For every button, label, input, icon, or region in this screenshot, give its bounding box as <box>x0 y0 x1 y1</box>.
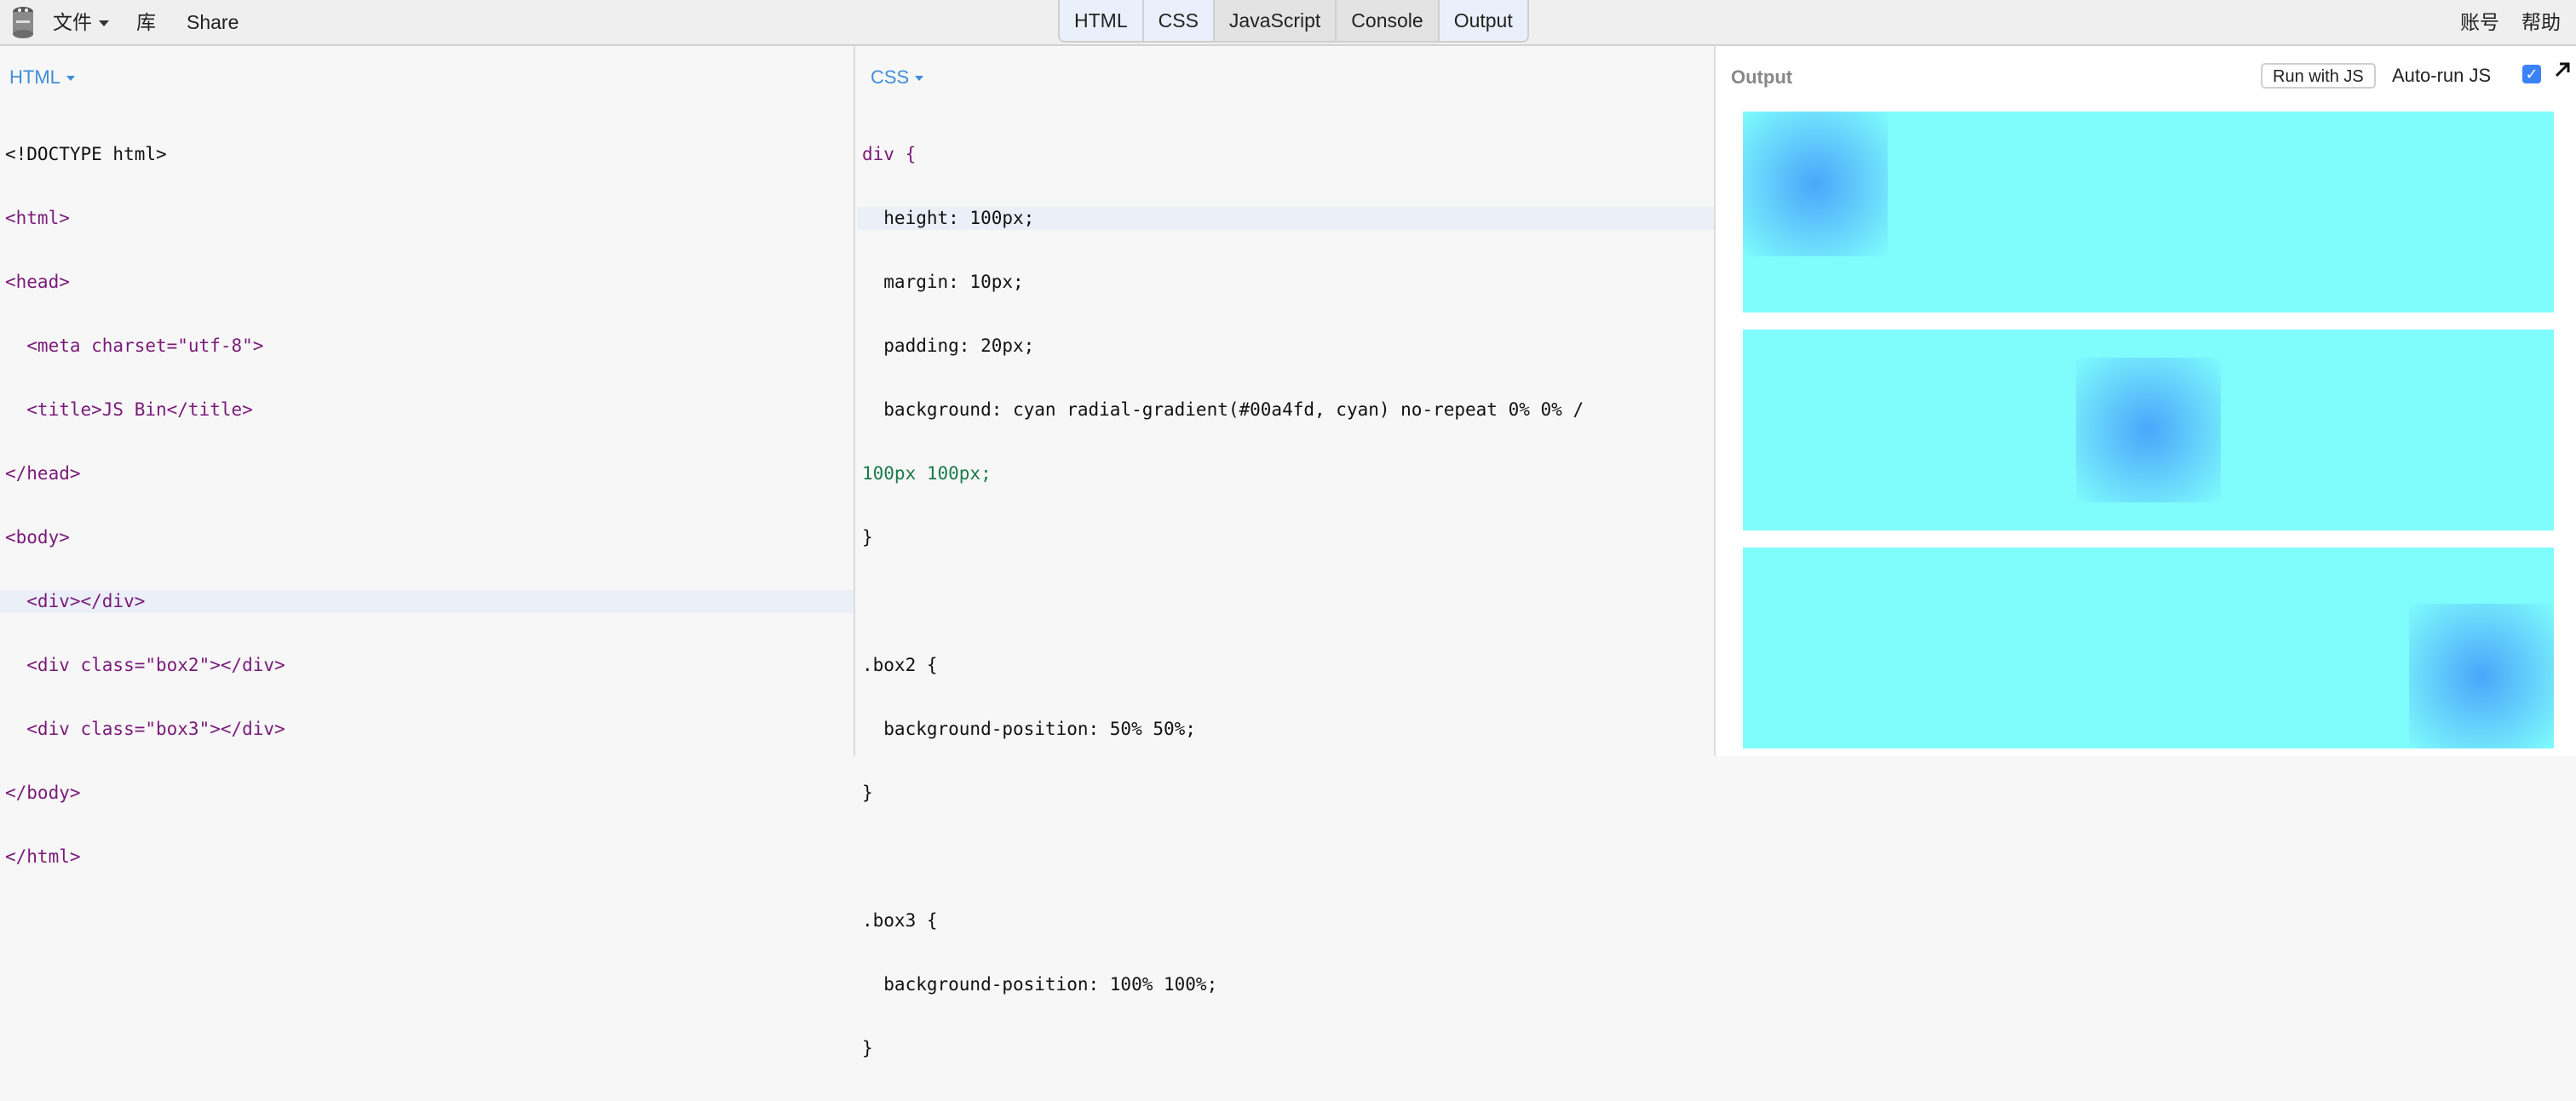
top-toolbar: 文件 库 Share HTML CSS JavaScript Console O… <box>0 0 2576 46</box>
autorun-js-checkbox[interactable]: ✓ <box>2522 65 2541 83</box>
code-line: <meta charset="utf-8"> <box>0 335 854 358</box>
code-line: .box2 { <box>857 654 1714 677</box>
chevron-down-icon <box>66 76 75 81</box>
autorun-js-label: Auto-run JS <box>2392 65 2491 87</box>
output-box-3 <box>1743 548 2554 748</box>
help-menu[interactable]: 帮助 <box>2521 0 2561 44</box>
jsbin-logo-icon[interactable] <box>10 5 36 39</box>
panel-toggle-tabs: HTML CSS JavaScript Console Output <box>1058 0 1529 43</box>
css-editor-panel: CSS div { height: 100px; margin: 10px; p… <box>857 46 1716 756</box>
account-menu[interactable]: 账号 <box>2460 0 2499 44</box>
code-line: margin: 10px; <box>857 271 1714 294</box>
code-line: background-position: 100% 100%; <box>857 973 1714 996</box>
code-line: </html> <box>0 846 854 869</box>
tab-html[interactable]: HTML <box>1060 0 1144 41</box>
css-code-editor[interactable]: div { height: 100px; margin: 10px; paddi… <box>857 102 1714 1101</box>
code-line: padding: 20px; <box>857 335 1714 358</box>
file-menu-label: 文件 <box>53 11 92 33</box>
css-panel-label: CSS <box>871 66 909 88</box>
css-panel-dropdown[interactable]: CSS <box>871 66 923 89</box>
code-line: <div class="box2"></div> <box>0 654 854 677</box>
code-line: .box3 { <box>857 909 1714 932</box>
output-panel-title: Output <box>1731 66 1792 89</box>
code-line: background-position: 50% 50%; <box>857 718 1714 741</box>
code-line: } <box>857 1037 1714 1060</box>
code-line: } <box>857 526 1714 549</box>
html-code-editor[interactable]: <!DOCTYPE html> <html> <head> <meta char… <box>0 102 854 909</box>
code-line: <head> <box>0 271 854 294</box>
html-panel-dropdown[interactable]: HTML <box>9 66 75 89</box>
code-line: background: cyan radial-gradient(#00a4fd… <box>857 399 1714 421</box>
code-line: 100px 100px; <box>857 462 1714 485</box>
code-line: <!DOCTYPE html> <box>0 143 854 166</box>
code-line <box>857 846 1714 869</box>
popout-arrow-icon[interactable] <box>2550 58 2574 82</box>
tab-console[interactable]: Console <box>1337 0 1439 41</box>
chevron-down-icon <box>99 20 109 26</box>
output-box-2 <box>1743 330 2554 530</box>
code-line: } <box>857 782 1714 805</box>
code-line <box>857 590 1714 613</box>
run-with-js-button[interactable]: Run with JS <box>2261 63 2376 89</box>
code-line: <body> <box>0 526 854 549</box>
code-line: </head> <box>0 462 854 485</box>
output-box-1 <box>1743 112 2554 313</box>
output-panel: Output Run with JS Auto-run JS ✓ <box>1716 46 2576 756</box>
code-line: <html> <box>0 207 854 230</box>
code-line: <div class="box3"></div> <box>0 718 854 741</box>
share-menu[interactable]: Share <box>187 0 239 44</box>
code-line: </body> <box>0 782 854 805</box>
code-line-active: <div></div> <box>0 590 854 613</box>
tab-javascript[interactable]: JavaScript <box>1215 0 1337 41</box>
html-panel-label: HTML <box>9 66 60 88</box>
code-line-active: height: 100px; <box>857 207 1714 230</box>
file-menu[interactable]: 文件 <box>53 0 109 44</box>
chevron-down-icon <box>915 76 923 81</box>
code-line: <title>JS Bin</title> <box>0 399 854 421</box>
code-line: div { <box>857 143 1714 166</box>
tab-output[interactable]: Output <box>1440 0 1527 41</box>
html-editor-panel: HTML <!DOCTYPE html> <html> <head> <meta… <box>0 46 855 756</box>
library-menu[interactable]: 库 <box>136 0 156 44</box>
tab-css[interactable]: CSS <box>1144 0 1215 41</box>
